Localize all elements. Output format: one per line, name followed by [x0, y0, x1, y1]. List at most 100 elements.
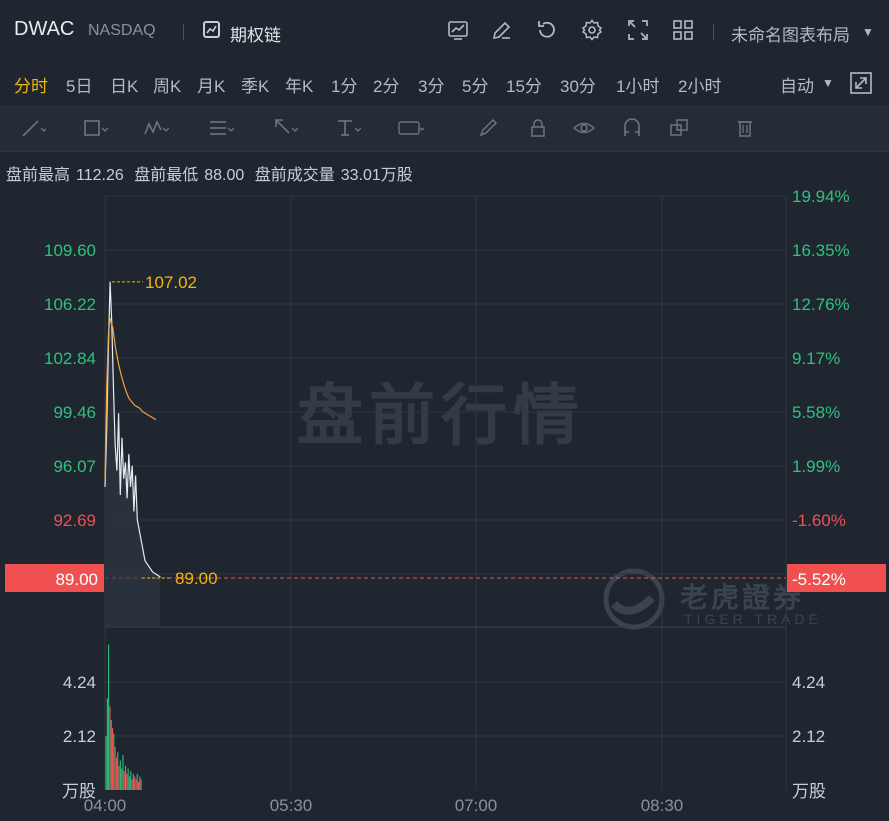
x-axis-tick: 08:30 [641, 796, 684, 815]
volume-bar [110, 719, 112, 790]
measure-tool-icon[interactable] [398, 116, 425, 140]
settings-gear-icon[interactable] [580, 18, 604, 42]
volume-bar [134, 776, 136, 790]
text-tool-icon[interactable] [335, 116, 362, 140]
period-tab[interactable]: 5分 [462, 72, 488, 97]
volume-bar [121, 768, 123, 790]
volume-bar [105, 736, 107, 790]
caret-down-icon[interactable]: ▼ [822, 76, 834, 90]
premarket-volume-value: 33.01万股 [340, 167, 413, 184]
trend-line-tool-icon[interactable] [20, 116, 48, 140]
period-tab[interactable]: 年K [285, 72, 313, 97]
volume-bar [125, 765, 127, 790]
volume-axis-tick-right: 4.24 [792, 673, 825, 692]
fullscreen-icon[interactable] [850, 72, 872, 94]
period-tab[interactable]: 2小时 [678, 72, 721, 97]
left-axis-tick: 109.60 [44, 241, 96, 260]
right-axis-tick: -1.60% [792, 511, 846, 530]
premarket-low-value: 88.00 [204, 167, 245, 184]
left-axis-tick: 102.84 [44, 349, 96, 368]
right-axis-tick: 1.99% [792, 457, 840, 476]
pattern-tool-icon[interactable] [143, 116, 170, 140]
refresh-icon[interactable] [535, 18, 559, 42]
period-tab[interactable]: 周K [153, 72, 181, 97]
left-axis-tick: 99.46 [53, 403, 96, 422]
volume-bar [139, 776, 141, 790]
volume-bar [136, 773, 138, 790]
layout-selector[interactable]: 未命名图表布局 [731, 21, 850, 46]
brush-icon[interactable] [476, 116, 502, 140]
right-axis-tick: 9.17% [792, 349, 840, 368]
current-pct-value: -5.52% [792, 570, 846, 589]
right-axis-tick: 16.35% [792, 241, 850, 260]
volume-bar [127, 768, 129, 790]
volume-bar [126, 773, 128, 790]
volume-axis-tick-left: 2.12 [63, 727, 96, 746]
premarket-volume-label: 盘前成交量 [254, 167, 335, 184]
period-tab[interactable]: 15分 [506, 72, 542, 97]
volume-bar [135, 779, 137, 790]
divider [713, 24, 714, 40]
volume-bar [112, 728, 114, 790]
indicator-icon[interactable] [446, 18, 470, 42]
period-tab[interactable]: 30分 [560, 72, 596, 97]
volume-bar [117, 752, 119, 790]
divider [183, 24, 184, 40]
right-axis-tick: 19.94% [792, 187, 850, 206]
left-axis-tick: 92.69 [53, 511, 96, 530]
caret-down-icon[interactable]: ▼ [862, 25, 874, 39]
volume-bar [131, 779, 133, 790]
lock-icon[interactable] [526, 116, 552, 140]
period-tab[interactable]: 季K [241, 72, 269, 97]
volume-bar [106, 698, 108, 790]
expand-icon[interactable] [626, 18, 650, 42]
exchange-label: NASDAQ [88, 22, 156, 39]
grid-layout-icon[interactable] [671, 18, 695, 42]
period-tab[interactable]: 分时 [14, 72, 48, 97]
volume-bar [130, 771, 132, 790]
period-tab[interactable]: 1小时 [616, 72, 659, 97]
period-tab[interactable]: 3分 [418, 72, 444, 97]
period-tab[interactable]: 5日 [66, 72, 92, 97]
volume-bar [114, 746, 116, 790]
period-tab[interactable]: 2分 [373, 72, 399, 97]
volume-bar [122, 754, 124, 790]
volume-unit-right: 万股 [792, 782, 826, 801]
rectangle-tool-icon[interactable] [82, 116, 109, 140]
volume-bar [138, 781, 140, 790]
volume-bar [118, 765, 120, 790]
copy-icon[interactable] [667, 116, 693, 140]
period-tab[interactable]: 月K [197, 72, 225, 97]
right-axis-tick: 5.58% [792, 403, 840, 422]
volume-bar [113, 733, 115, 790]
volume-bar [128, 776, 130, 790]
trash-icon[interactable] [733, 116, 759, 140]
right-axis-tick: 12.76% [792, 295, 850, 314]
arrow-tool-icon[interactable] [272, 116, 299, 140]
volume-bar [119, 760, 121, 790]
intraday-chart[interactable]: 109.60 106.22 102.84 99.46 96.07 92.69 19.94% 1… [0, 185, 889, 821]
volume-axis-tick-right: 2.12 [792, 727, 825, 746]
option-chain-icon[interactable] [203, 21, 220, 38]
x-axis-tick: 05:30 [270, 796, 313, 815]
volume-bar [115, 757, 117, 790]
premarket-low-label: 盘前最低 [134, 167, 199, 184]
left-axis-tick: 106.22 [44, 295, 96, 314]
min-price-label: 89.00 [175, 569, 218, 588]
option-chain-button[interactable]: 期权链 [230, 21, 281, 46]
magnet-icon[interactable] [620, 116, 646, 140]
fibonacci-tool-icon[interactable] [208, 116, 235, 140]
x-axis-tick: 07:00 [455, 796, 498, 815]
current-price-value: 89.00 [55, 570, 98, 589]
volume-bar [132, 773, 134, 790]
eye-icon[interactable] [572, 116, 598, 140]
volume-bar [140, 779, 142, 790]
period-tab[interactable]: 1分 [331, 72, 357, 97]
period-tab[interactable]: 日K [110, 72, 138, 97]
edit-icon[interactable] [490, 18, 514, 42]
auto-scale-selector[interactable]: 自动 [780, 72, 814, 97]
volume-axis-tick-left: 4.24 [63, 673, 96, 692]
symbol-ticker[interactable]: DWAC [14, 18, 74, 41]
volume-bar [108, 644, 110, 790]
premarket-info-bar: 盘前最高 112.26 盘前最低 88.00 盘前成交量 33.01万股 [6, 161, 419, 185]
